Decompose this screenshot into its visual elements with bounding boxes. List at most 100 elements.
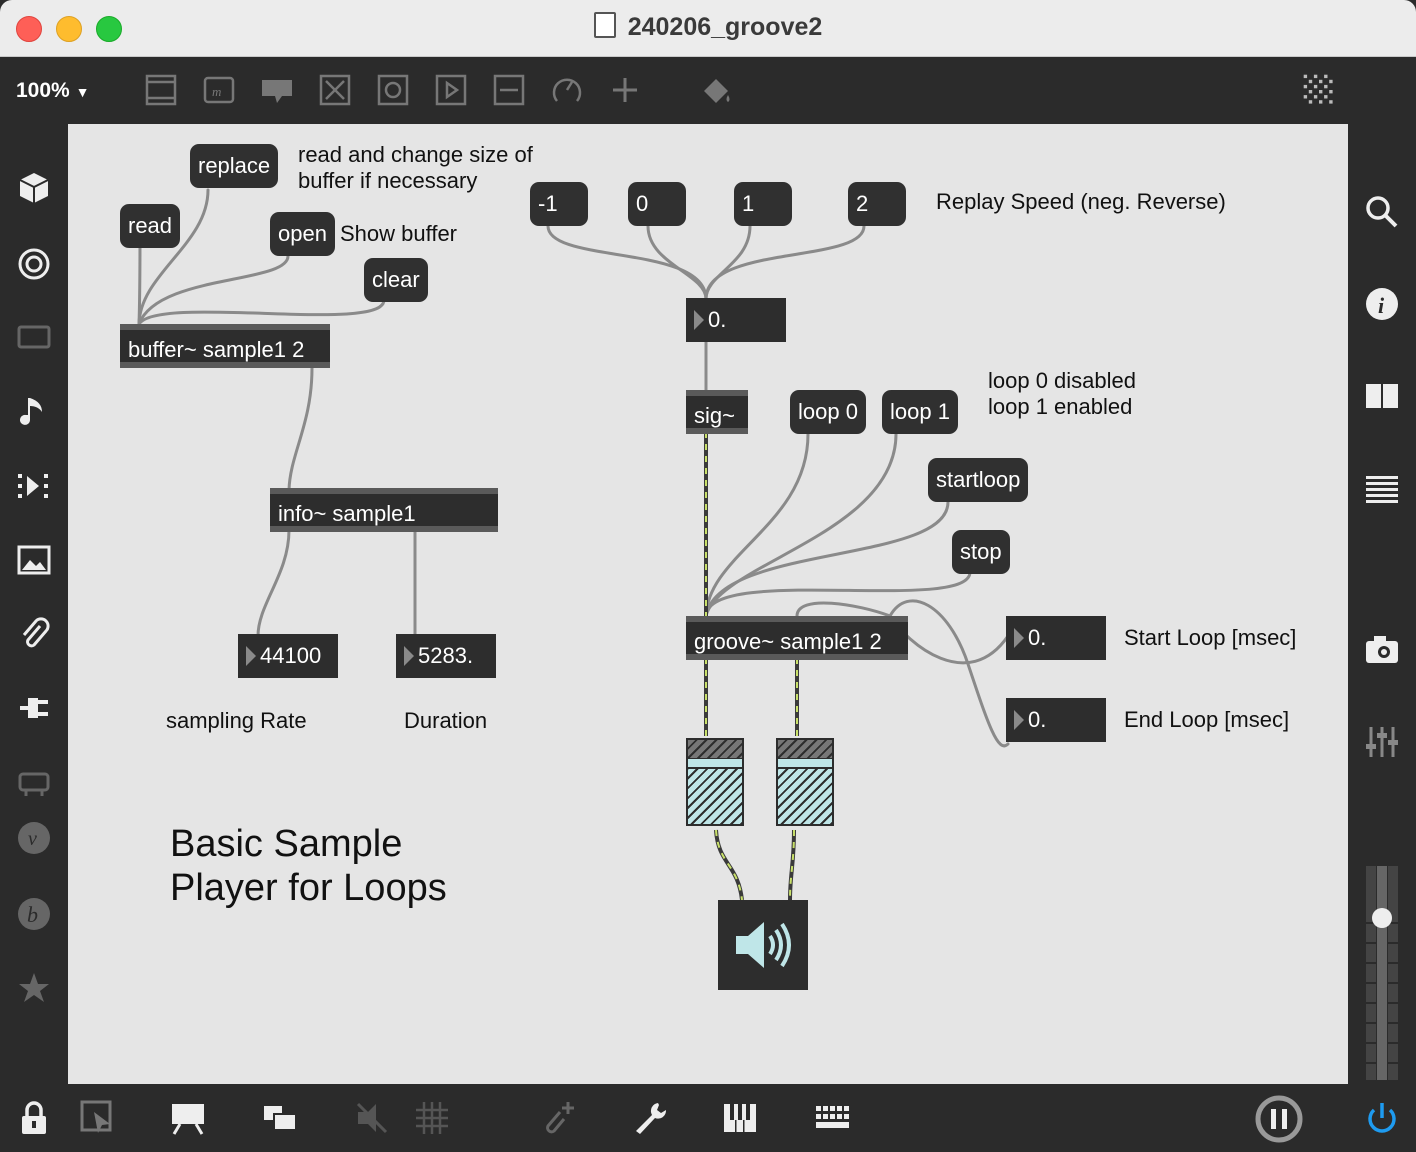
svg-text:b: b [27,902,38,927]
paperclip-add-icon[interactable] [540,1100,576,1136]
message-box-icon[interactable]: m [202,73,236,107]
info-object[interactable]: info~ sample1 [270,488,498,532]
mixer-sliders-icon[interactable] [1364,724,1400,760]
slider-icon[interactable] [492,73,526,107]
start-loop-value: 0. [1028,625,1047,650]
speed-value: 0. [708,307,727,332]
grid-icon[interactable] [414,1100,450,1136]
speaker-icon [736,922,791,968]
title-bar: 240206_groove2 [0,0,1416,57]
duration-value: 5283. [418,643,474,668]
chevron-down-icon: ▼ [75,84,90,100]
window-title: 240206_groove2 [627,13,823,41]
svg-text:m: m [212,84,221,99]
power-icon[interactable] [1364,1100,1400,1136]
document-icon [593,12,616,38]
patcher-toolbar: 100% ▼ m [0,57,1416,124]
svg-text:v: v [28,828,37,850]
loop-one-message[interactable]: loop 1 [882,390,958,434]
speed-number[interactable]: 0. [686,298,786,342]
sig-object[interactable]: sig~ [686,390,748,434]
start-loop-comment: Start Loop [msec] [1124,625,1297,650]
image-icon[interactable] [16,542,52,578]
left-gain-slider[interactable] [686,738,744,826]
right-sidebar: i [1348,124,1416,1084]
sampling-rate-comment: sampling Rate [166,708,307,733]
music-note-icon[interactable] [16,394,52,430]
edit-cursor-icon[interactable] [80,1100,116,1136]
toggle-icon[interactable] [318,73,352,107]
wrench-icon[interactable] [632,1100,668,1136]
patcher-canvas[interactable]: replace read and change size of buffer i… [68,124,1348,1084]
show-buffer-comment: Show buffer [340,221,458,246]
list-icon[interactable] [1364,470,1400,506]
windows-icon[interactable] [262,1100,298,1136]
zoom-menu[interactable]: 100% ▼ [16,79,89,103]
number-arrow-icon [1014,628,1024,648]
speed-minus-one-message[interactable]: -1 [530,182,588,226]
new-object-icon[interactable] [144,73,178,107]
patch-cords [137,188,1010,901]
package-cube-icon[interactable] [16,170,52,206]
duration-comment: Duration [404,708,488,733]
gain-slider-top [688,740,742,760]
play-icon[interactable] [434,73,468,107]
number-arrow-icon [246,646,256,666]
split-view-icon[interactable] [1364,378,1400,414]
mute-icon[interactable] [354,1100,390,1136]
buffer-object[interactable]: buffer~ sample1 2 [120,324,330,368]
sampling-rate-number[interactable]: 44100 [238,634,338,678]
gain-slider-knob[interactable] [778,759,832,769]
ezdac-speaker[interactable] [718,900,808,990]
hardware-icon[interactable] [16,764,52,800]
svg-text:i: i [1378,293,1385,318]
speed-two-message[interactable]: 2 [848,182,906,226]
target-icon[interactable] [16,246,52,282]
clear-message[interactable]: clear [364,258,428,302]
media-player-icon[interactable] [16,468,52,504]
replay-speed-comment: Replay Speed (neg. Reverse) [936,189,1226,214]
plug-icon[interactable] [16,690,52,726]
end-loop-number[interactable]: 0. [1006,698,1106,742]
paperclip-icon[interactable] [16,616,52,652]
speed-one-message[interactable]: 1 [734,182,792,226]
star-icon[interactable] [16,970,52,1006]
end-loop-comment: End Loop [msec] [1124,707,1290,732]
comment-icon[interactable] [260,73,294,107]
bandcamp-icon[interactable]: b [16,896,52,932]
info-icon[interactable]: i [1364,286,1400,322]
replace-message[interactable]: replace [190,144,279,188]
read-change-comment: read and change size of buffer if necess… [298,142,533,193]
start-loop-number[interactable]: 0. [1006,616,1106,660]
right-gain-slider[interactable] [776,738,834,826]
number-arrow-icon [694,310,704,330]
number-arrow-icon [1014,710,1024,730]
paint-bucket-icon[interactable] [700,73,734,107]
volume-meter-icon[interactable] [1362,862,1402,1082]
grid-menu-icon[interactable] [1302,73,1336,107]
pause-dsp-icon[interactable] [1254,1094,1304,1144]
duration-number[interactable]: 5283. [396,634,496,678]
patch-title-comment: Basic Sample Player for Loops [170,823,447,909]
read-message[interactable]: read [120,204,181,248]
search-icon[interactable] [1364,194,1400,230]
vimeo-icon[interactable]: v [16,820,52,856]
speed-zero-message[interactable]: 0 [628,182,686,226]
loop-zero-message[interactable]: loop 0 [790,390,866,434]
monitor-icon[interactable] [16,320,52,356]
dial-icon[interactable] [550,73,584,107]
piano-keys-icon[interactable] [722,1100,758,1136]
stop-message[interactable]: stop [952,530,1010,574]
open-message[interactable]: open [270,212,335,256]
keyboard-icon[interactable] [814,1100,850,1136]
startloop-message[interactable]: startloop [928,458,1029,502]
zoom-level: 100% [16,79,70,102]
groove-object[interactable]: groove~ sample1 2 [686,616,908,660]
gain-slider-knob[interactable] [688,759,742,769]
end-loop-value: 0. [1028,707,1047,732]
presentation-icon[interactable] [170,1100,206,1136]
button-icon[interactable] [376,73,410,107]
lock-icon[interactable] [16,1100,52,1136]
add-icon[interactable] [608,73,642,107]
snapshot-camera-icon[interactable] [1364,632,1400,668]
